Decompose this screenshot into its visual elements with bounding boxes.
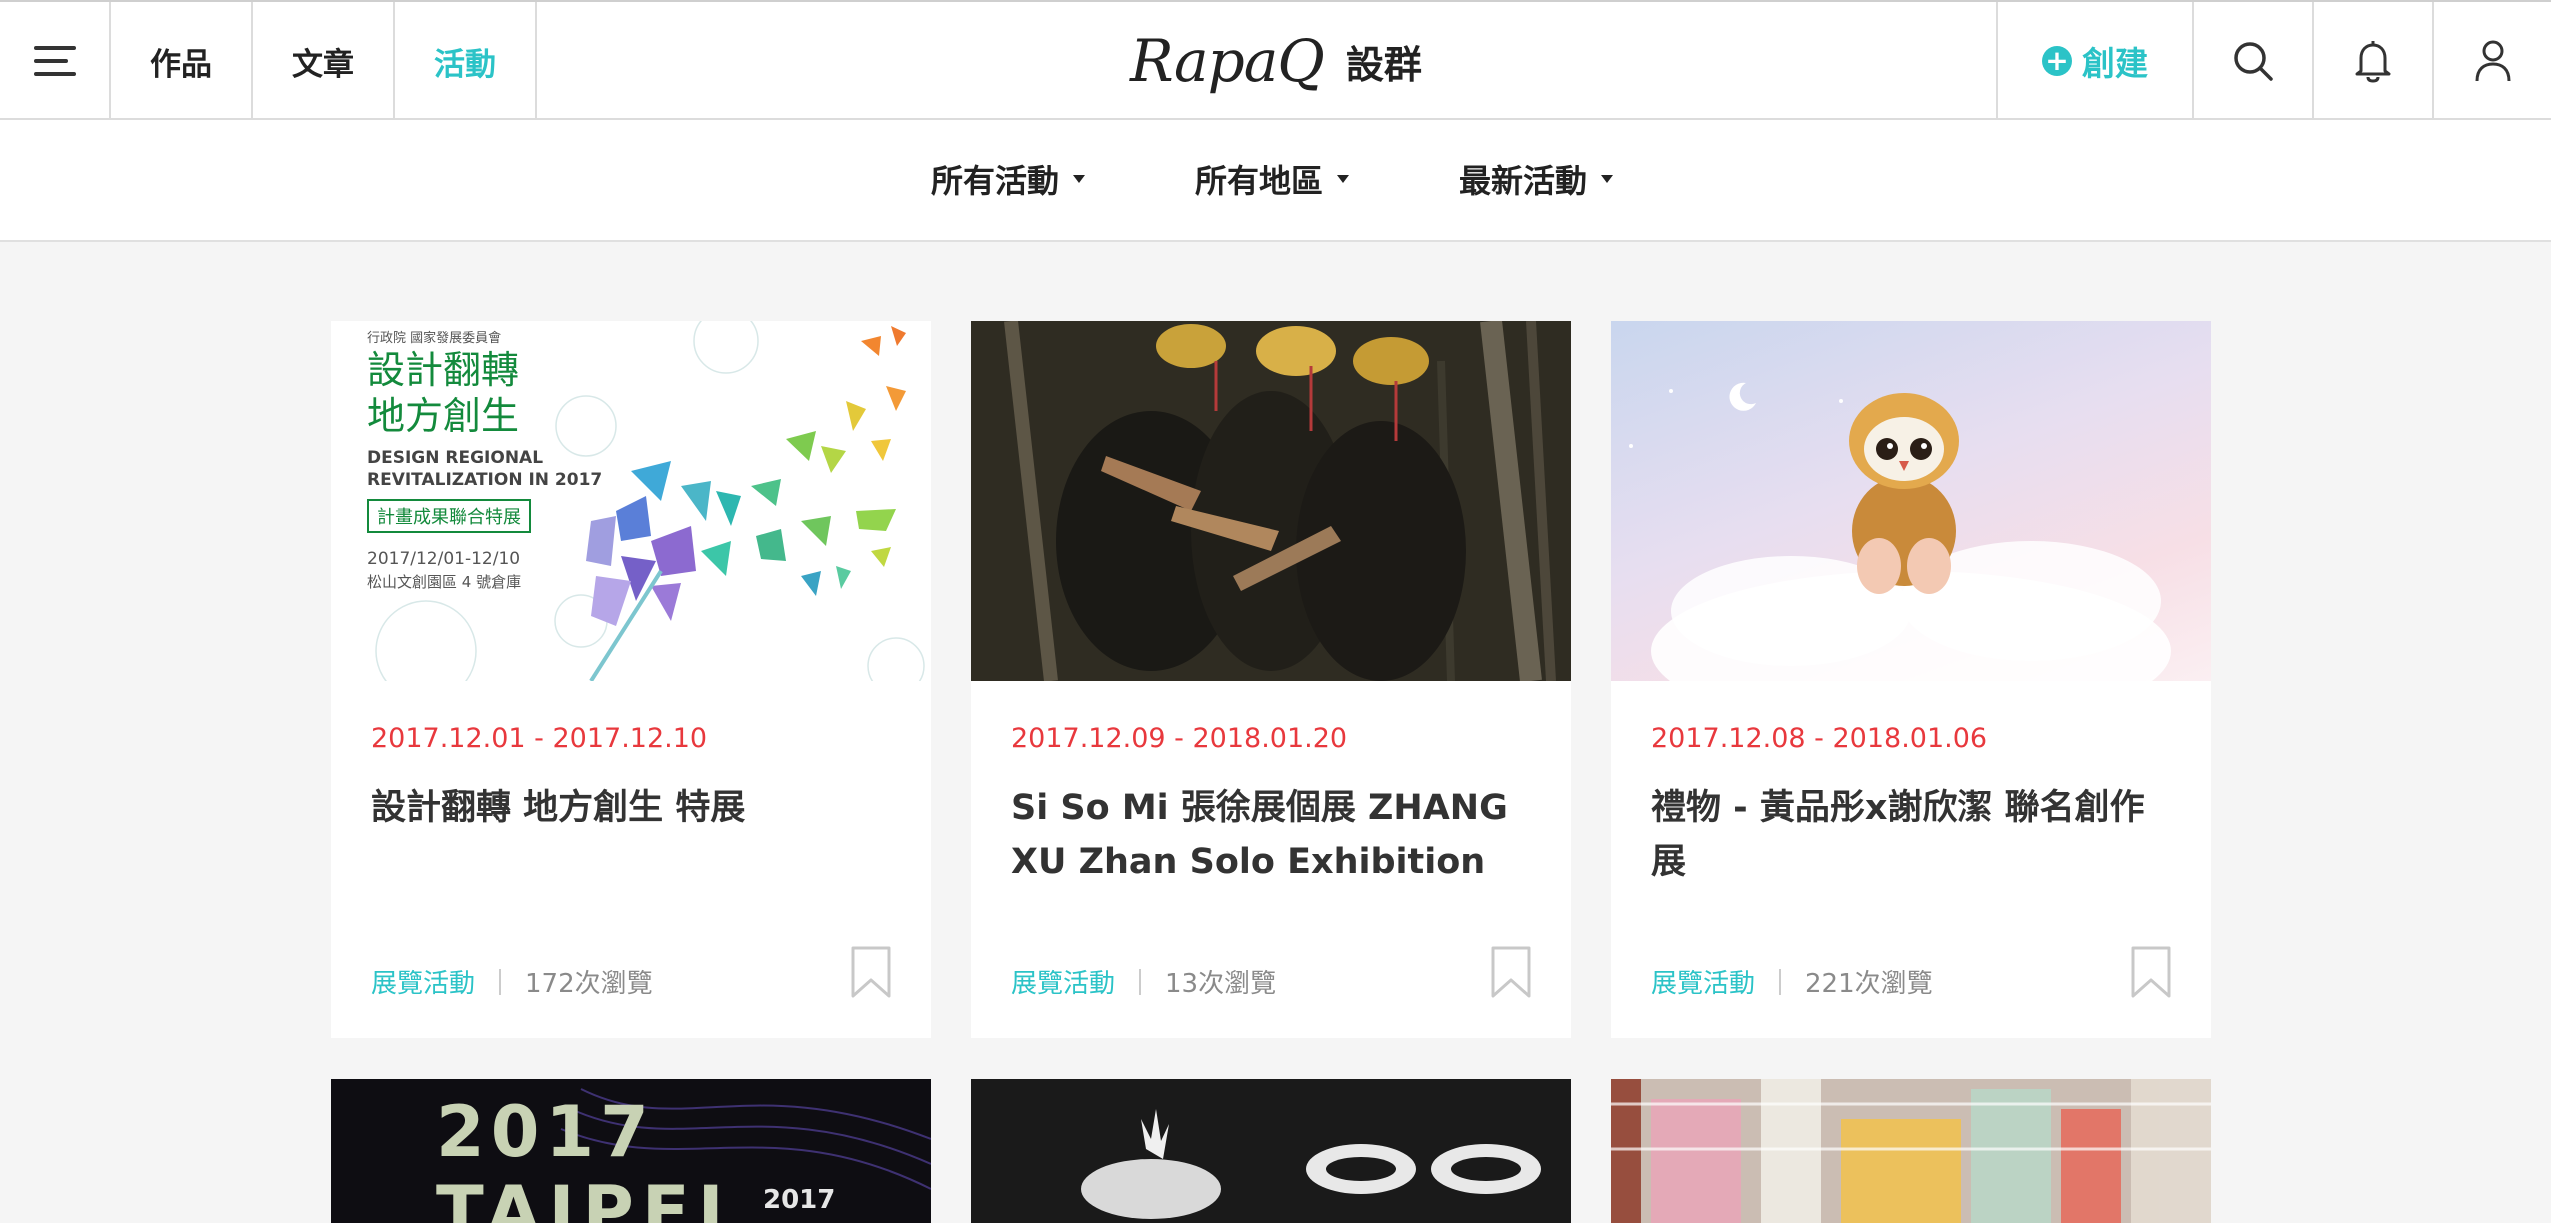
event-category-link[interactable]: 展覽活動 — [1011, 963, 1115, 1000]
create-button[interactable]: + 創建 — [1996, 2, 2192, 120]
caret-down-icon — [1601, 175, 1614, 183]
event-date: 2017.12.09 - 2018.01.20 — [1011, 723, 1348, 754]
filter-sort-dropdown[interactable]: 最新活動 — [1459, 156, 1614, 202]
event-view-count: 13次瀏覽 — [1165, 969, 1277, 999]
divider — [499, 968, 502, 995]
event-card[interactable]: 2017 TAIPEI 2017 — [331, 1079, 931, 1223]
poster-en-line: DESIGN REGIONAL — [367, 448, 544, 468]
nav-tab-events[interactable]: 活動 — [395, 2, 537, 120]
filter-bar: 所有活動 所有地區 最新活動 — [0, 120, 2551, 242]
menu-button[interactable] — [0, 2, 111, 120]
poster-dates: 2017/12/01-12/10 — [367, 549, 521, 569]
event-view-count: 221次瀏覽 — [1805, 969, 1933, 999]
caret-down-icon — [1073, 175, 1086, 183]
profile-button[interactable] — [2432, 2, 2551, 120]
plus-icon: + — [2042, 46, 2072, 76]
poster-venue: 松山文創園區 4 號倉庫 — [367, 573, 522, 591]
notifications-button[interactable] — [2312, 2, 2432, 120]
event-date: 2017.12.01 - 2017.12.10 — [371, 723, 708, 754]
event-meta: 展覽活動 172次瀏覽 — [371, 963, 653, 1000]
event-poster-image — [971, 1079, 1571, 1223]
logo-chinese-text: 設群 — [1345, 42, 1422, 87]
poster-year: 2017 — [436, 1091, 655, 1173]
event-card[interactable] — [1611, 1079, 2211, 1223]
create-label: 創建 — [2082, 44, 2148, 83]
filter-label: 最新活動 — [1459, 162, 1588, 200]
logo-wordmark: RapaQ — [1130, 27, 1325, 95]
event-poster-image — [1611, 1079, 2211, 1223]
hamburger-icon — [33, 46, 76, 76]
event-category-link[interactable]: 展覽活動 — [371, 963, 475, 1000]
bookmark-icon[interactable] — [851, 946, 891, 998]
event-poster-image[interactable] — [1611, 321, 2211, 681]
sculpture-photo — [971, 321, 1571, 681]
poster-tag: 計畫成果聯合特展 — [367, 499, 531, 533]
filter-label: 所有地區 — [1195, 162, 1324, 200]
site-logo[interactable]: RapaQ 設群 — [1130, 18, 1422, 104]
event-category-link[interactable]: 展覽活動 — [1651, 963, 1755, 1000]
owl-illustration — [1629, 382, 2171, 681]
search-button[interactable] — [2192, 2, 2312, 120]
poster-org: 行政院 國家發展委員會 — [367, 331, 502, 346]
bookmark-icon[interactable] — [2131, 946, 2171, 998]
event-title[interactable]: 設計翻轉 地方創生 特展 — [371, 781, 891, 835]
event-date: 2017.12.08 - 2018.01.06 — [1651, 723, 1988, 754]
event-title[interactable]: 禮物 - 黃品彤x謝欣潔 聯名創作展 — [1651, 781, 2171, 889]
caret-down-icon — [1337, 175, 1350, 183]
filter-label: 所有活動 — [931, 162, 1060, 200]
poster-title: 設計翻轉 地方創生 — [367, 347, 519, 439]
event-poster-image[interactable]: 行政院 國家發展委員會 設計翻轉 地方創生 DESIGN REGIONAL RE… — [331, 321, 931, 681]
poster-small-year: 2017 — [763, 1185, 836, 1215]
poster-city: TAIPEI — [436, 1171, 732, 1223]
event-card[interactable]: 行政院 國家發展委員會 設計翻轉 地方創生 DESIGN REGIONAL RE… — [331, 321, 931, 1038]
event-view-count: 172次瀏覽 — [525, 969, 653, 999]
divider — [1779, 968, 1782, 995]
event-card[interactable] — [971, 1079, 1571, 1223]
user-icon — [2475, 40, 2510, 82]
nav-tab-articles[interactable]: 文章 — [253, 2, 395, 120]
event-card[interactable]: 2017.12.09 - 2018.01.20 Si So Mi 張徐展個展 Z… — [971, 321, 1571, 1038]
poster-english-title: DESIGN REGIONAL REVITALIZATION IN 2017 — [367, 447, 602, 491]
event-title[interactable]: Si So Mi 張徐展個展 ZHANG XU Zhan Solo Exhibi… — [1011, 781, 1531, 889]
poster-title-line: 地方創生 — [367, 394, 520, 438]
poster-en-line: REVITALIZATION IN 2017 — [367, 470, 603, 490]
event-poster-image[interactable] — [971, 321, 1571, 681]
event-meta: 展覽活動 13次瀏覽 — [1011, 963, 1276, 1000]
bell-icon — [2355, 41, 2391, 83]
event-card[interactable]: 2017.12.08 - 2018.01.06 禮物 - 黃品彤x謝欣潔 聯名創… — [1611, 321, 2211, 1038]
event-meta: 展覽活動 221次瀏覽 — [1651, 963, 1933, 1000]
filter-region-dropdown[interactable]: 所有地區 — [1195, 156, 1350, 202]
nav-tab-works[interactable]: 作品 — [111, 2, 253, 120]
filter-event-type-dropdown[interactable]: 所有活動 — [931, 156, 1086, 202]
search-icon — [2234, 42, 2273, 81]
poster-title-line: 設計翻轉 — [367, 348, 520, 392]
divider — [1139, 968, 1142, 995]
top-navigation-bar: 作品 文章 活動 RapaQ 設群 + 創建 — [0, 0, 2551, 120]
bookmark-icon[interactable] — [1491, 946, 1531, 998]
